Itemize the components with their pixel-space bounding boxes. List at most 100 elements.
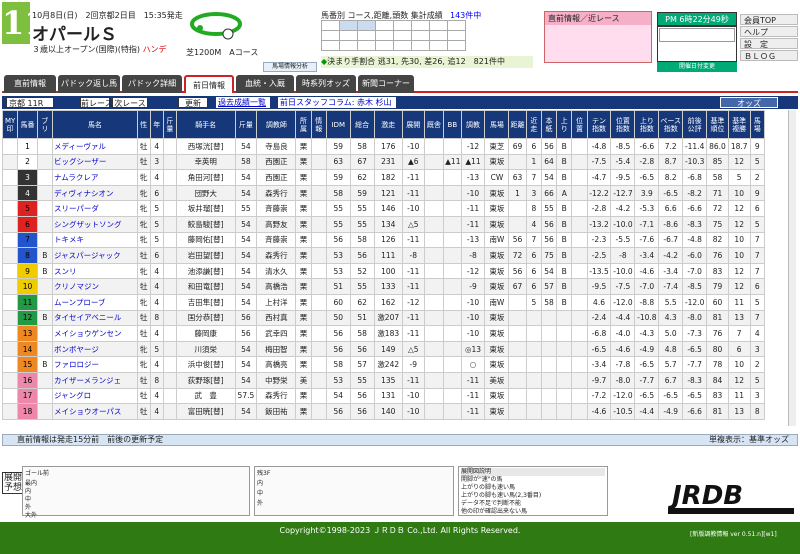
tab-chokuzen[interactable]: 直前情報 (4, 75, 56, 93)
column-header[interactable]: BB (443, 110, 462, 139)
column-header[interactable]: 騎手名 (175, 110, 236, 139)
horse-row[interactable]: 8 B ジャスパージャック牡 6 岩田望[替] 54 森秀行栗 53 56 111 -8 -8 東坂 72… (1, 247, 766, 264)
horse-row[interactable]: 7 トキメキ牝 5 藤岡佑[替] 54 斉藤崇栗 56 58 126 -11 -13 南W 56 7 56 B… (1, 231, 766, 249)
column-header[interactable]: 展開 (401, 110, 425, 139)
horse-name-link[interactable]: ボンボヤージ (51, 340, 138, 358)
horse-name-link[interactable]: タイセイアベニール (51, 309, 138, 327)
blog-link[interactable]: ＢＬＯＧ (740, 50, 798, 61)
horse-row[interactable]: 15 B ファロロジー牝 4 浜中俊[替] 54 高橋亮栗 58 57 激242 -9 ○ 東坂 -3.4… (1, 356, 766, 373)
horse-row[interactable]: 16 カイザーメランジェ牡 8 荻野琢[替] 54 中野栄美 53 55 135 -11 -11 美坂… (1, 371, 766, 389)
column-header[interactable]: 距離 (508, 110, 527, 139)
column-header[interactable]: 基準順位 (706, 110, 729, 139)
prev-race-button[interactable]: 前レース (80, 97, 113, 108)
column-header[interactable]: 位置指数 (610, 110, 636, 139)
horse-row[interactable]: 9 B スンリ牝 4 池添謙[替] 54 清水久栗 53 52 100 -11 -12 東坂 56 6 54 B… (1, 262, 766, 280)
horse-name-link[interactable]: ビッグシーザー (51, 153, 138, 171)
horse-name-link[interactable]: ディヴィナシオン (51, 184, 138, 202)
horse-row[interactable]: 18 メイショウオーパス牡 4 富田暁[替] 54 飯田祐栗 56 56 140 -10 -11 東坂… (1, 403, 766, 420)
column-header[interactable]: 近走 (525, 110, 542, 139)
horse-row[interactable]: 3 ナムラクレア牝 4 角田河[替] 54 西園正栗 59 62 182 -11 -13 CW 63 7 5… (1, 169, 766, 186)
horse-name-link[interactable]: ムーンプローブ (51, 293, 138, 311)
help-link[interactable]: ヘルプ (740, 26, 798, 37)
cell: 146 (373, 200, 403, 217)
horse-row[interactable]: 10 クリノマジン牡 4 和田竜[替] 54 高橋浩栗 51 55 133 -11 -9 東坂 67 6 5… (1, 278, 766, 295)
column-header[interactable]: 位置 (571, 110, 588, 139)
horse-name-link[interactable]: メイショウゲンセン (51, 325, 138, 342)
horse-name-link[interactable]: トキメキ (51, 231, 138, 249)
horse-row[interactable]: 1 メディーヴァル牡 4 西塚洸[替] 54 寺島良栗 59 58 176 -10 -12 東芝 69 6… (1, 138, 766, 155)
tab-paddock-return[interactable]: パドック返し馬 (58, 75, 120, 93)
member-top-link[interactable]: 会員TOP (740, 14, 798, 25)
tab-odds-timeline[interactable]: 時系列オッズ (296, 75, 356, 93)
column-header[interactable]: 情報 (310, 110, 327, 139)
staff-column-link[interactable]: 前日スタッフコラム: 赤木 杉山 (278, 97, 396, 108)
vertical-scrollbar[interactable] (788, 110, 796, 426)
horse-row[interactable]: 2 ビッグシーザー牡 3 幸英明 58 西園正栗 63 67 231 ▲6 ▲11 ▲11 東坂 1 64 B… (1, 153, 766, 171)
column-header[interactable]: 調教師 (256, 110, 297, 139)
column-header[interactable]: 厩舎 (423, 110, 445, 139)
horse-name-link[interactable]: スリーパーダ (51, 200, 138, 217)
column-header[interactable]: IDM (325, 110, 351, 139)
column-header[interactable]: ブリ (36, 110, 53, 139)
column-header[interactable]: 馬番 (17, 110, 38, 139)
column-header[interactable]: 総合 (349, 110, 375, 139)
column-header[interactable]: 馬場 (484, 110, 510, 139)
horse-row[interactable]: 13 メイショウゲンセン牡 4 藤岡康 56 武幸四栗 56 58 激183 -11 -10 東坂 -6… (1, 325, 766, 342)
past-results-link[interactable]: 過去成績一覧 (216, 97, 270, 108)
horse-name-link[interactable]: スンリ (51, 262, 138, 280)
horse-name-link[interactable]: メディーヴァル (51, 138, 138, 155)
column-header[interactable]: ペース指数 (658, 110, 684, 139)
column-header[interactable]: 調教 (460, 110, 486, 139)
column-header[interactable]: 上り (556, 110, 573, 139)
column-header[interactable]: 上り指数 (634, 110, 660, 139)
column-header[interactable]: 前後公評 (682, 110, 708, 139)
horse-row[interactable]: 14 ボンボヤージ牝 5 川須栄 54 梅田智栗 56 56 149 △5 ◎13 東坂 -6.5 -4.… (1, 340, 766, 358)
column-header[interactable]: 斤量 (162, 110, 177, 139)
next-race-button[interactable]: 次レース (112, 97, 148, 108)
tab-newspaper[interactable]: 新聞コーナー (358, 75, 414, 93)
tab-paddock-detail[interactable]: パドック詳細 (122, 75, 182, 93)
column-header[interactable]: 馬場 (749, 110, 766, 139)
horse-row[interactable]: 4 ディヴィナシオン牝 6 団野大 54 森秀行栗 58 59 121 -11 -10 東坂 1 3 66 A… (1, 184, 766, 202)
cell (556, 325, 573, 342)
cell (423, 403, 445, 420)
table-header: MY印 馬番 ブリ 馬名性年斤量 騎手名 斤量 調教師 所属 情報 IDM 総合 激走 展開 厩舎 BB 調教… (1, 110, 766, 139)
horse-name-link[interactable]: ジャスパージャック (51, 247, 138, 264)
column-header[interactable]: 馬名 (51, 110, 138, 139)
horse-name-link[interactable]: メイショウオーパス (51, 403, 138, 420)
horse-name-link[interactable]: シングザットソング (51, 215, 138, 233)
column-header[interactable]: 斤量 (234, 110, 258, 139)
update-button[interactable]: 更新 (178, 97, 208, 108)
horse-name-link[interactable]: ナムラクレア (51, 169, 138, 186)
cell: B (556, 138, 573, 155)
odds-button[interactable]: オッズ (720, 97, 778, 108)
column-header[interactable]: 基準複勝 (727, 110, 751, 139)
horse-row[interactable]: 12 B タイセイアベニール牡 8 国分恭[替] 56 西村真栗 50 51 激207 -11 -10… (1, 309, 766, 327)
column-header[interactable]: テン指数 (586, 110, 612, 139)
horse-row[interactable]: 5 スリーパーダ牝 5 坂井瑠[替] 55 斉藤崇栗 55 55 146 -10 -11 東坂 8 55 B… (1, 200, 766, 217)
horse-name-link[interactable]: ファロロジー (51, 356, 138, 373)
column-header[interactable]: 本紙 (540, 110, 558, 139)
horse-row[interactable]: 11 ムーンプローブ牝 4 吉田隼[替] 54 上村洋栗 60 62 162 -12 -10 南W 5 5… (1, 293, 766, 311)
horse-name-link[interactable]: ジャングロ (51, 387, 138, 405)
column-header[interactable]: 激走 (373, 110, 403, 139)
column-header[interactable]: 所属 (295, 110, 312, 139)
track-analysis-button[interactable]: 馬場情報分析 (263, 62, 317, 72)
settings-link[interactable]: 設 定 (740, 38, 798, 49)
horse-name-link[interactable]: クリノマジン (51, 278, 138, 295)
column-header[interactable]: 性 (136, 110, 151, 139)
column-header[interactable]: 年 (149, 110, 164, 139)
horse-row[interactable]: 6 シングザットソング牝 5 鮫島駿[替] 54 高野友栗 55 55 134 △5 -11 東坂 4 5… (1, 215, 766, 233)
cell: 激183 (373, 325, 403, 342)
change-date-button[interactable]: 開催日付変更 (657, 62, 737, 72)
turn-row-label: 外 (257, 500, 264, 507)
horse-row[interactable]: 17 ジャングロ牡 4 武 豊 57.5 森秀行栗 54 56 131 -10 -11 東坂 -7.2-… (1, 387, 766, 405)
date-input[interactable] (659, 28, 735, 42)
horse-name-link[interactable]: カイザーメランジェ (51, 371, 138, 389)
cell: 12 (727, 153, 751, 171)
race-select[interactable]: 京都 11R (6, 97, 54, 108)
column-header[interactable]: MY印 (1, 110, 19, 139)
tab-zenjitsu[interactable]: 前日情報 (184, 75, 234, 93)
cell: -11 (401, 169, 425, 186)
tab-pedigree[interactable]: 血統・入厩 (236, 75, 294, 93)
